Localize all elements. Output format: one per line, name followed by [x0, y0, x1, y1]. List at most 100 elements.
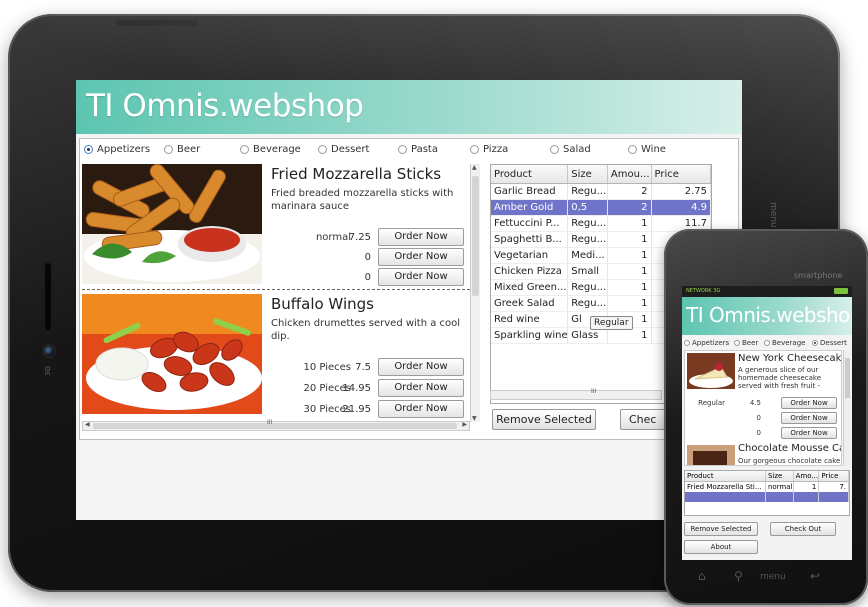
table-row[interactable]: Garlic Bread Regu... 2 2.75 [491, 184, 711, 200]
order-now-button[interactable]: Order Now [378, 379, 464, 397]
tab-beverage[interactable]: Beverage [764, 339, 805, 347]
tablet-camera [42, 344, 56, 358]
order-now-button[interactable]: Order Now [378, 358, 464, 376]
column-header-product[interactable]: Product [491, 165, 569, 183]
column-header-price[interactable]: Price [819, 471, 849, 481]
cell-size [766, 492, 794, 502]
tab-pizza[interactable]: Pizza [470, 144, 508, 155]
price-row: Regular 4.5 Order Now [695, 397, 841, 409]
phone-screen: NETWORK 3G TI Omnis.webshop Appetizers B… [682, 286, 852, 560]
cell-product [685, 492, 766, 502]
remove-selected-button[interactable]: Remove Selected [492, 409, 596, 430]
price-row: 0 Order Now [695, 412, 841, 424]
cart-horizontal-scrollbar[interactable]: III [490, 388, 662, 400]
price-row: 20 Pieces 14.95 Order Now [271, 379, 471, 399]
home-icon[interactable]: ⌂ [698, 569, 706, 583]
cheesecake-image [687, 353, 735, 389]
tab-beverage[interactable]: Beverage [240, 144, 301, 155]
product-list-horizontal-scrollbar[interactable]: ◀ III ▶ [82, 419, 470, 431]
order-now-button[interactable]: Order Now [781, 427, 837, 439]
column-header-amount[interactable]: Amo... [794, 471, 820, 481]
radio-icon [84, 145, 93, 154]
radio-icon [164, 145, 173, 154]
menu-button[interactable]: menu [760, 572, 786, 582]
table-row[interactable]: Fettuccini P... Regu... 1 11.7 [491, 216, 711, 232]
mozzarella-sticks-image [82, 164, 262, 284]
order-now-button[interactable]: Order Now [781, 397, 837, 409]
size-label: normal [315, 232, 351, 243]
column-header-size[interactable]: Size [568, 165, 608, 183]
scroll-grip: III [591, 388, 597, 395]
cell-price: 4.9 [652, 200, 711, 215]
order-now-button[interactable]: Order Now [378, 400, 464, 418]
tab-beer[interactable]: Beer [734, 339, 758, 347]
cell-amount: 2 [608, 200, 652, 215]
battery-icon [834, 288, 848, 294]
scroll-left-arrow-icon[interactable]: ◀ [85, 421, 90, 428]
tab-appetizers[interactable]: Appetizers [684, 339, 729, 347]
cell-amount: 1 [608, 216, 652, 231]
phone-app-logo: TI Omnis.webshop [686, 303, 852, 327]
scroll-up-arrow-icon[interactable]: ▲ [472, 164, 477, 171]
scroll-thumb[interactable] [472, 176, 479, 296]
radio-icon [470, 145, 479, 154]
scroll-thumb[interactable] [845, 358, 850, 398]
column-header-product[interactable]: Product [685, 471, 766, 481]
tab-wine[interactable]: Wine [628, 144, 666, 155]
cell-product: Fried Mozzarella Sti... [685, 482, 766, 492]
app-header: TI Omnis.webshop [76, 80, 742, 134]
product-divider [82, 289, 470, 290]
order-now-button[interactable]: Order Now [781, 412, 837, 424]
price-value: 7.25 [348, 232, 371, 243]
radio-icon [398, 145, 407, 154]
cell-product: Vegetarian [491, 248, 569, 263]
tab-label: Appetizers [692, 339, 730, 347]
about-button[interactable]: About [684, 540, 758, 554]
product-description: Our gorgeous chocolate cake [738, 457, 841, 465]
phone-app-header: TI Omnis.webshop [682, 297, 852, 335]
tablet-power-button [116, 20, 198, 26]
cell-amount: 1 [608, 328, 652, 343]
order-now-button[interactable]: Order Now [378, 268, 464, 286]
phone-vertical-scrollbar[interactable] [843, 350, 850, 466]
product-list-vertical-scrollbar[interactable]: ▲ ▼ [470, 164, 480, 422]
price-row: 0 Order Now [271, 248, 471, 268]
table-row[interactable]: Fried Mozzarella Sti... normal 1 7. [685, 482, 849, 492]
column-header-amount[interactable]: Amou... [608, 165, 652, 183]
tab-label: Beverage [253, 144, 301, 155]
category-tabs: Appetizers Beer Beverage Dessert Pasta [80, 141, 480, 161]
smartphone-device: smartphone NETWORK 3G TI Omnis.webshop A… [664, 229, 868, 605]
scroll-right-arrow-icon[interactable]: ▶ [462, 421, 467, 428]
scroll-down-arrow-icon[interactable]: ▼ [472, 415, 477, 422]
tablet-menu-label: menu [768, 202, 778, 228]
back-icon[interactable]: ↩ [810, 569, 820, 583]
cell-amount: 1 [608, 280, 652, 295]
tablet-3g-label: 3G [44, 366, 52, 376]
phone-nav-bar: ⌂ ⚲ menu ↩ [698, 569, 838, 589]
order-now-button[interactable]: Order Now [378, 248, 464, 266]
column-header-size[interactable]: Size [766, 471, 794, 481]
order-now-button[interactable]: Order Now [378, 228, 464, 246]
table-row-selected[interactable] [685, 492, 849, 502]
scroll-thumb[interactable] [93, 423, 457, 429]
cell-product: Fettuccini P... [491, 216, 569, 231]
table-row-selected[interactable]: Amber Gold 0,5 2 4.9 [491, 200, 711, 216]
tab-pasta[interactable]: Pasta [398, 144, 438, 155]
search-icon[interactable]: ⚲ [734, 569, 743, 583]
price-value: 0 [364, 252, 371, 263]
check-out-button[interactable]: Check Out [770, 522, 836, 536]
tab-dessert[interactable]: Dessert [812, 339, 847, 347]
column-header-price[interactable]: Price [652, 165, 711, 183]
tab-beer[interactable]: Beer [164, 144, 200, 155]
price-value: 14.95 [342, 383, 371, 394]
radio-icon [764, 340, 770, 346]
price-value: 7.5 [355, 362, 371, 373]
tab-dessert[interactable]: Dessert [318, 144, 369, 155]
price-row: 30 Pieces 21.95 Order Now [271, 400, 471, 420]
tab-appetizers[interactable]: Appetizers [84, 144, 150, 155]
tab-label: Wine [641, 144, 666, 155]
tab-salad[interactable]: Salad [550, 144, 591, 155]
remove-selected-button[interactable]: Remove Selected [684, 522, 758, 536]
price-value: 0 [364, 272, 371, 283]
tab-label: Beer [177, 144, 201, 155]
